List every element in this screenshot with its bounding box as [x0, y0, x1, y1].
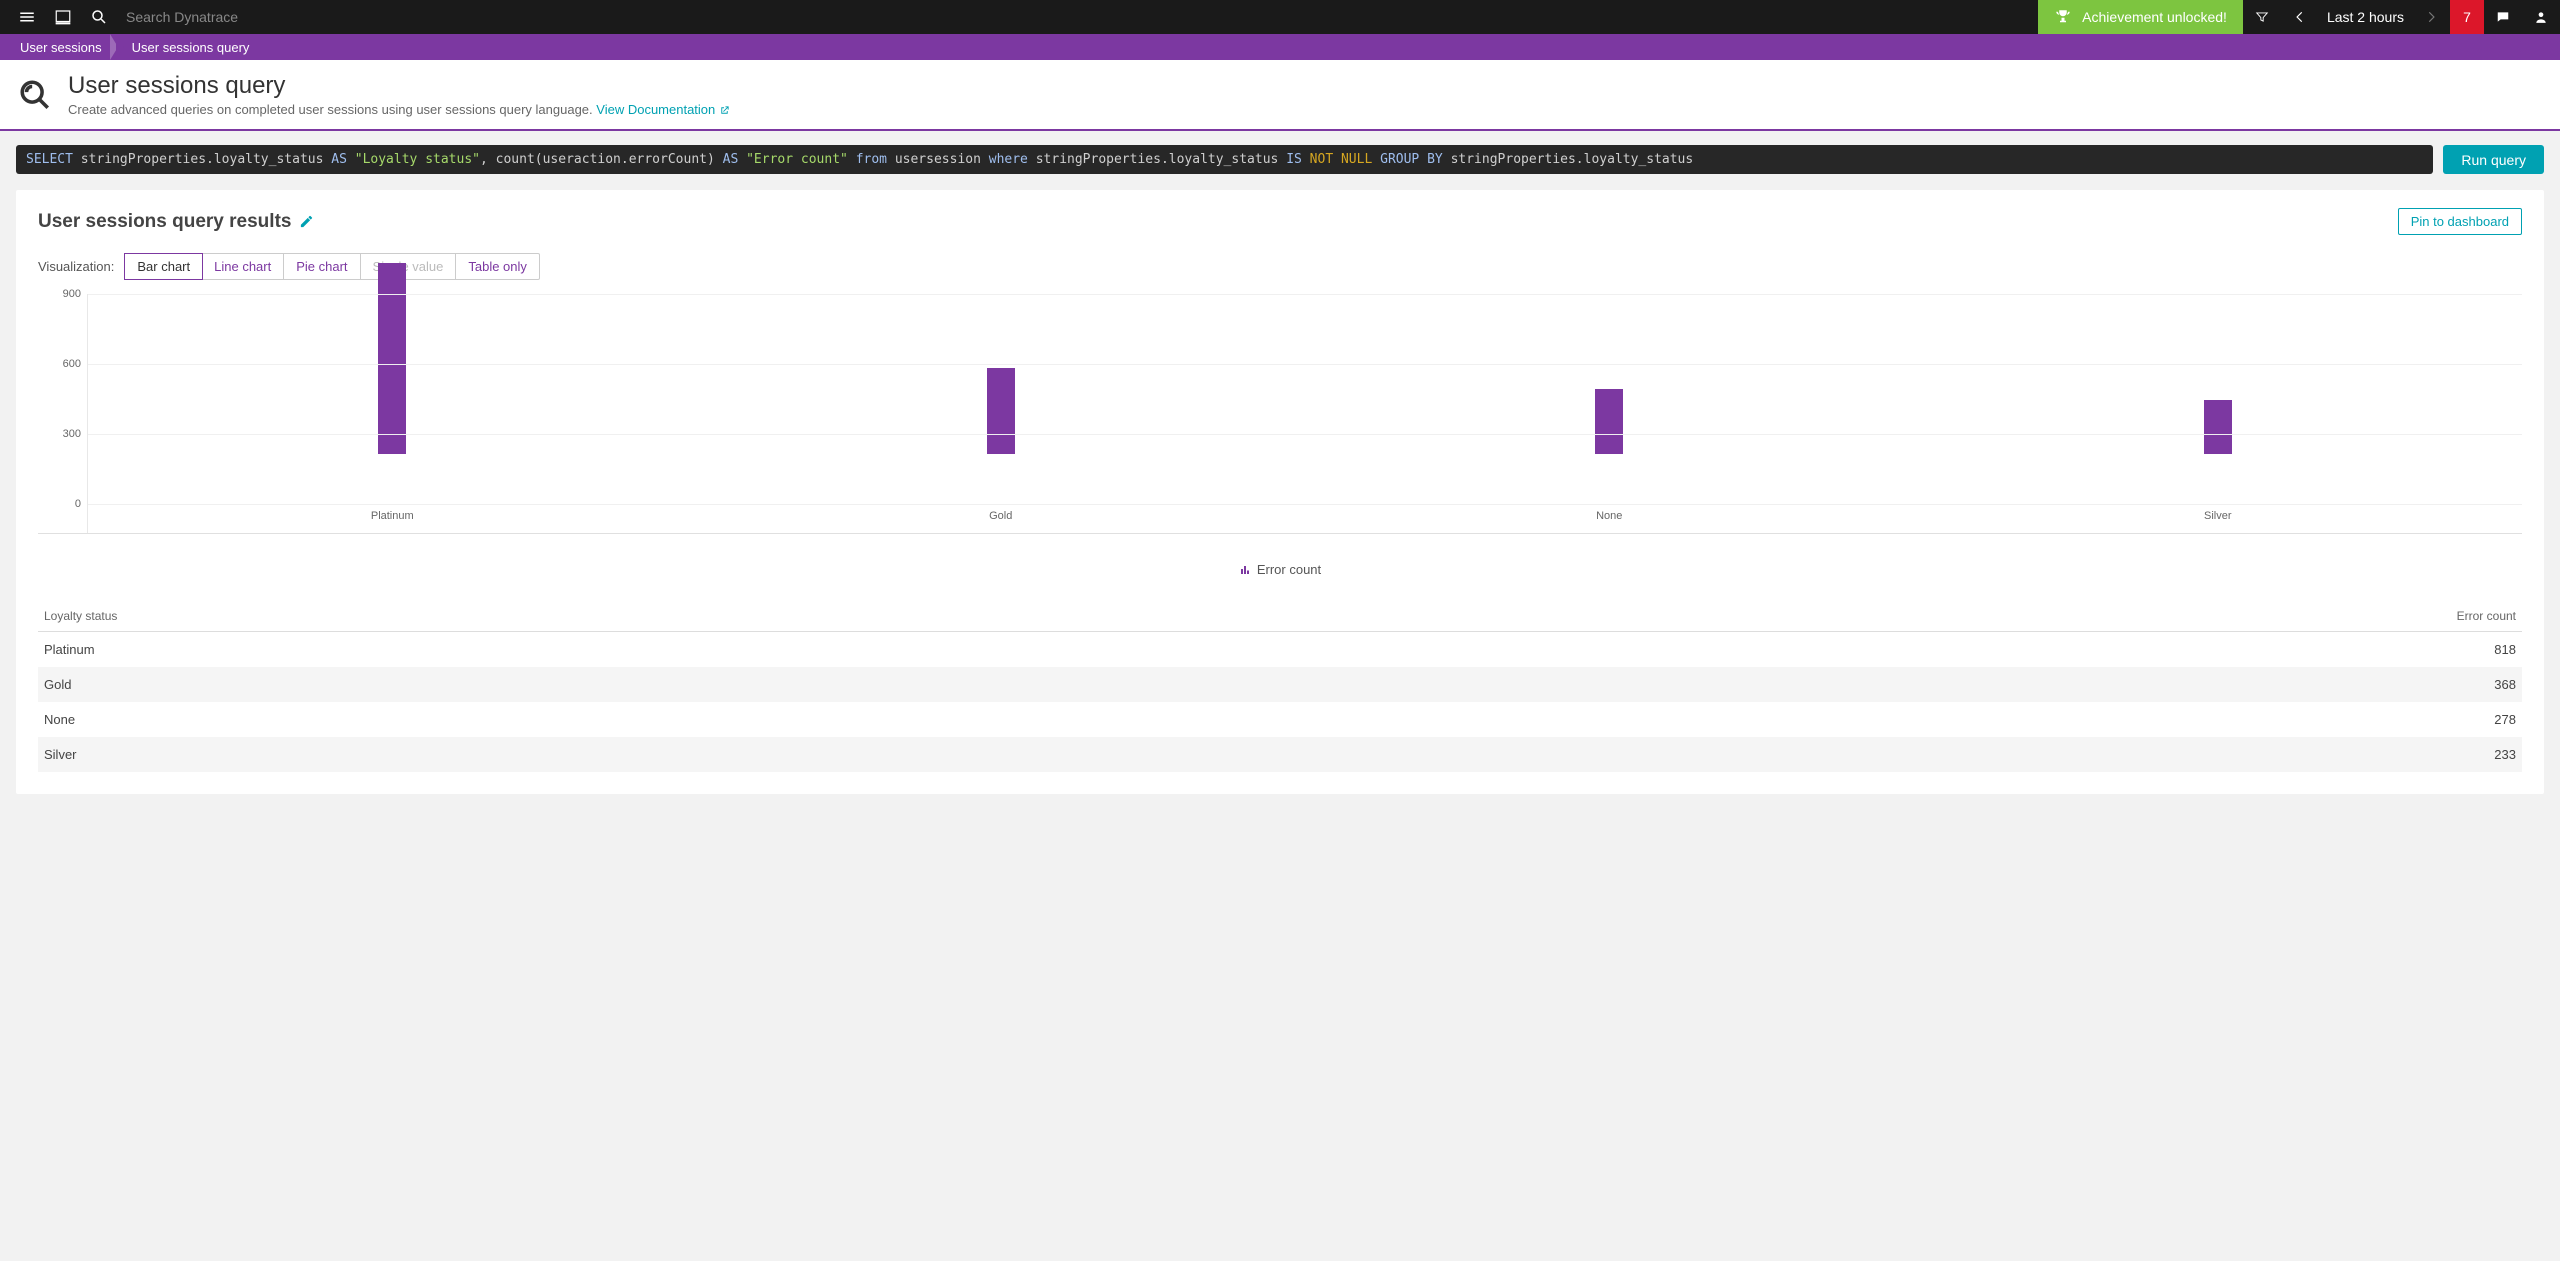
bar[interactable] [1595, 389, 1623, 454]
documentation-link[interactable]: View Documentation [596, 102, 730, 117]
table-row[interactable]: Silver233 [38, 737, 2522, 772]
y-tick: 0 [75, 498, 81, 510]
breadcrumb-item[interactable]: User sessions query [124, 40, 258, 55]
table-row[interactable]: Gold368 [38, 667, 2522, 702]
bar-chart-icon [1239, 564, 1251, 576]
pin-to-dashboard-button[interactable]: Pin to dashboard [2398, 208, 2522, 235]
query-icon [18, 78, 52, 112]
achievement-banner[interactable]: Achievement unlocked! [2038, 0, 2243, 34]
x-label: Silver [2204, 510, 2232, 522]
cell-loyalty: None [38, 702, 1391, 737]
bar[interactable] [378, 263, 406, 454]
x-label: None [1596, 510, 1622, 522]
time-next-icon[interactable] [2412, 0, 2450, 34]
viz-tab-single-value: Single value [361, 254, 457, 279]
bar[interactable] [2204, 400, 2232, 454]
table-header-error-count[interactable]: Error count [1391, 601, 2522, 632]
top-nav: Achievement unlocked! Last 2 hours 7 [0, 0, 2560, 34]
filter-icon[interactable] [2243, 0, 2281, 34]
page-subtitle: Create advanced queries on completed use… [68, 102, 730, 117]
viz-tab-line-chart[interactable]: Line chart [202, 254, 284, 279]
viz-tab-bar-chart[interactable]: Bar chart [124, 253, 203, 280]
cell-loyalty: Silver [38, 737, 1391, 772]
search-icon[interactable] [90, 8, 108, 26]
breadcrumb-item[interactable]: User sessions [12, 40, 110, 55]
cell-count: 278 [1391, 702, 2522, 737]
time-range-selector[interactable]: Last 2 hours [2319, 0, 2412, 34]
cell-count: 818 [1391, 632, 2522, 668]
breadcrumb: User sessions User sessions query [0, 34, 2560, 60]
user-icon[interactable] [2522, 0, 2560, 34]
cell-count: 368 [1391, 667, 2522, 702]
cell-loyalty: Platinum [38, 632, 1391, 668]
search-input[interactable] [126, 9, 386, 25]
edit-icon[interactable] [299, 214, 314, 229]
visualization-selector: Visualization: Bar chart Line chart Pie … [38, 253, 2522, 280]
results-panel: User sessions query results Pin to dashb… [16, 190, 2544, 794]
page-title: User sessions query [68, 72, 730, 100]
table-row[interactable]: None278 [38, 702, 2522, 737]
menu-icon[interactable] [18, 8, 36, 26]
y-tick: 300 [63, 428, 81, 440]
viz-tab-pie-chart[interactable]: Pie chart [284, 254, 360, 279]
problems-badge[interactable]: 7 [2450, 0, 2484, 34]
dashboards-icon[interactable] [54, 8, 72, 26]
x-label: Gold [989, 510, 1012, 522]
time-prev-icon[interactable] [2281, 0, 2319, 34]
query-editor[interactable]: SELECT stringProperties.loyalty_status A… [16, 145, 2433, 174]
y-tick: 600 [63, 358, 81, 370]
table-header-loyalty[interactable]: Loyalty status [38, 601, 1391, 632]
bar[interactable] [987, 368, 1015, 454]
x-label: Platinum [371, 510, 414, 522]
chart-legend: Error count [38, 562, 2522, 577]
results-table: Loyalty status Error count Platinum818Go… [38, 601, 2522, 772]
bar-chart: 0300600900 PlatinumGoldNoneSilver [38, 294, 2522, 534]
query-row: SELECT stringProperties.loyalty_status A… [0, 131, 2560, 174]
viz-tab-table-only[interactable]: Table only [456, 254, 539, 279]
achievement-label: Achievement unlocked! [2082, 9, 2227, 25]
run-query-button[interactable]: Run query [2443, 145, 2544, 174]
page-header: User sessions query Create advanced quer… [0, 60, 2560, 131]
y-tick: 900 [63, 288, 81, 300]
cell-count: 233 [1391, 737, 2522, 772]
cell-loyalty: Gold [38, 667, 1391, 702]
table-row[interactable]: Platinum818 [38, 632, 2522, 668]
chat-icon[interactable] [2484, 0, 2522, 34]
results-title: User sessions query results [38, 211, 314, 233]
